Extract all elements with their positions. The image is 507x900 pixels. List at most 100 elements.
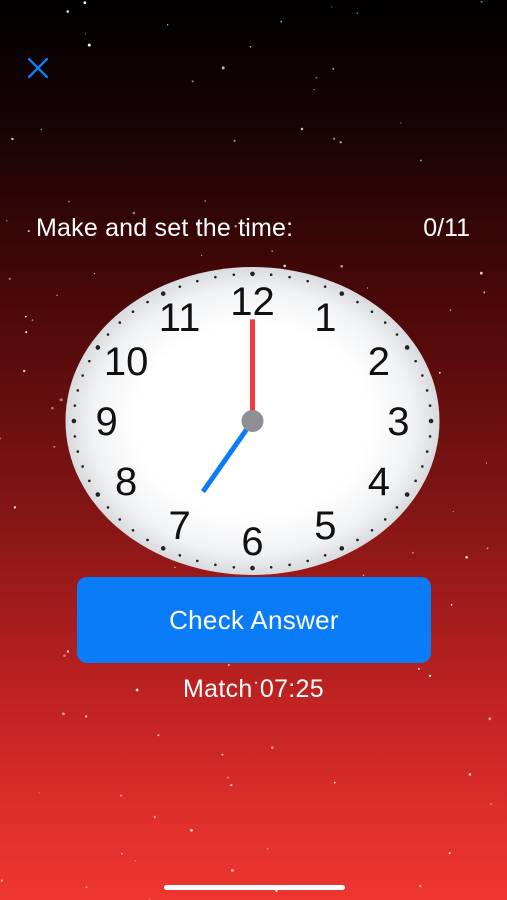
clock-tick xyxy=(196,279,199,283)
star xyxy=(85,886,88,889)
star xyxy=(332,67,335,70)
target-time-label: Match 07:25 xyxy=(183,675,324,703)
star xyxy=(483,291,486,294)
clock-tick xyxy=(288,275,291,279)
star xyxy=(66,10,70,13)
star xyxy=(190,828,193,832)
clock-tick xyxy=(232,273,236,277)
analog-clock[interactable]: 12 1 2 3 4 5 6 7 8 9 10 11 xyxy=(64,266,441,576)
star xyxy=(270,746,274,750)
clock-tick xyxy=(76,389,80,392)
close-button[interactable] xyxy=(22,52,54,84)
star xyxy=(24,315,27,318)
star xyxy=(465,555,468,559)
clock-tick xyxy=(178,554,182,557)
star xyxy=(267,848,269,850)
clock-tick xyxy=(404,345,410,350)
clock-tick xyxy=(214,275,217,279)
clock-tick xyxy=(306,279,309,283)
star xyxy=(148,898,150,900)
clock-tick xyxy=(146,300,149,304)
clock-tick xyxy=(356,300,359,304)
clock-tick xyxy=(178,285,182,288)
clock-center-pin xyxy=(241,410,264,432)
star xyxy=(204,199,207,202)
star xyxy=(448,852,451,855)
star xyxy=(332,137,336,140)
clock-tick xyxy=(269,565,273,569)
clock-tick xyxy=(383,321,387,324)
star xyxy=(25,331,28,334)
check-answer-button[interactable]: Check Answer xyxy=(77,577,431,663)
clock-number-10: 10 xyxy=(104,340,149,384)
star xyxy=(157,734,160,737)
star xyxy=(271,250,274,253)
clock-tick xyxy=(250,271,255,277)
clock-tick xyxy=(428,404,432,407)
clock-tick xyxy=(232,565,236,569)
star xyxy=(153,815,156,819)
star xyxy=(66,650,70,653)
clock-tick xyxy=(250,565,255,571)
clock-tick xyxy=(425,389,429,392)
star xyxy=(231,869,234,872)
clock-tick xyxy=(395,333,399,336)
clock-number-8: 8 xyxy=(115,460,137,504)
star xyxy=(63,654,66,657)
star xyxy=(486,547,489,550)
star xyxy=(61,712,65,716)
clock-tick xyxy=(383,518,387,521)
clock-number-9: 9 xyxy=(96,400,118,444)
star xyxy=(87,43,91,47)
star xyxy=(315,76,318,79)
clock-tick xyxy=(323,285,327,288)
clock-tick xyxy=(288,563,291,567)
star xyxy=(419,159,422,162)
star xyxy=(249,45,252,48)
clock-tick xyxy=(339,546,345,551)
star xyxy=(480,0,483,3)
star xyxy=(119,794,123,797)
star xyxy=(51,406,54,410)
star xyxy=(27,230,30,233)
clock-number-12: 12 xyxy=(230,280,275,324)
star xyxy=(121,852,123,855)
clock-tick xyxy=(73,404,77,407)
star xyxy=(221,753,224,756)
star xyxy=(275,889,278,893)
clock-tick xyxy=(404,492,410,497)
clock-tick xyxy=(414,479,417,483)
star xyxy=(38,792,40,794)
star xyxy=(8,277,11,280)
star xyxy=(191,80,194,83)
star xyxy=(201,254,203,256)
close-icon xyxy=(27,57,49,79)
star xyxy=(166,24,169,26)
star xyxy=(280,20,283,23)
clock-tick xyxy=(356,538,359,542)
clock-number-4: 4 xyxy=(368,460,390,504)
task-prompt: Make and set the time: xyxy=(36,214,294,242)
star xyxy=(228,664,230,666)
star xyxy=(300,127,304,131)
star xyxy=(417,667,420,670)
star xyxy=(339,141,342,144)
clock-number-11: 11 xyxy=(159,296,201,340)
clock-number-2: 2 xyxy=(368,340,390,384)
clock-tick xyxy=(71,418,77,424)
star xyxy=(489,803,492,805)
star xyxy=(356,12,358,14)
star xyxy=(468,773,472,776)
star xyxy=(333,781,336,784)
clock-tick xyxy=(118,321,122,324)
star xyxy=(449,309,452,311)
star xyxy=(59,398,63,402)
star xyxy=(488,717,492,721)
clock-tick xyxy=(269,273,273,277)
clock-tick xyxy=(428,435,432,438)
star xyxy=(331,6,333,8)
clock-tick xyxy=(370,528,374,532)
clock-tick xyxy=(428,418,434,424)
clock-tick xyxy=(339,291,345,296)
clock-tick xyxy=(323,554,327,557)
